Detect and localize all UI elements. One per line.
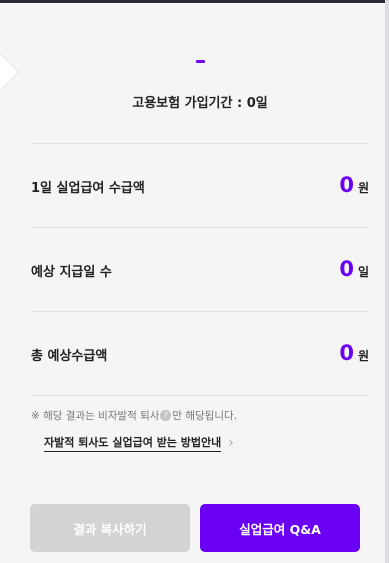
total-benefit-label: 총 예상수급액 xyxy=(31,349,108,364)
payment-days-value: 0 일 xyxy=(339,257,369,281)
info-icon[interactable]: ? xyxy=(160,410,172,421)
daily-benefit-value: 0 원 xyxy=(339,173,369,197)
copy-result-button[interactable]: 결과 복사하기 xyxy=(30,504,190,552)
divider xyxy=(30,311,370,312)
panel-notch xyxy=(0,52,20,92)
total-benefit-value: 0 원 xyxy=(339,341,369,365)
total-benefit-amount: 0 xyxy=(339,341,354,365)
daily-benefit-label: 1일 실업급여 수급액 xyxy=(31,181,145,196)
notice-prefix: ※ 해당 결과는 비자발적 퇴사 xyxy=(31,410,160,422)
scroll-edge xyxy=(385,0,389,563)
payment-days-label: 예상 지급일 수 xyxy=(31,265,112,280)
benefit-qa-button[interactable]: 실업급여 Q&A xyxy=(200,504,360,552)
notice-suffix: 만 해당됩니다. xyxy=(172,410,238,422)
chevron-right-icon: › xyxy=(228,435,234,451)
insurance-period-text: 고용보험 가입기간 : 0일 xyxy=(132,96,268,111)
payment-days-unit: 일 xyxy=(357,265,369,279)
divider xyxy=(30,227,370,228)
payment-days-amount: 0 xyxy=(339,257,354,281)
total-benefit-unit: 원 xyxy=(357,349,369,363)
result-title-dash xyxy=(196,60,205,63)
top-border xyxy=(0,0,389,3)
daily-benefit-amount: 0 xyxy=(339,173,354,197)
divider xyxy=(30,395,370,396)
daily-benefit-unit: 원 xyxy=(357,181,369,195)
involuntary-notice: ※ 해당 결과는 비자발적 퇴사 ? 만 해당됩니다. xyxy=(31,408,237,423)
voluntary-guide-link[interactable]: 자발적 퇴사도 실업급여 받는 방법안내 › xyxy=(44,434,234,452)
divider xyxy=(30,143,370,144)
guide-link-label[interactable]: 자발적 퇴사도 실업급여 받는 방법안내 xyxy=(44,434,222,452)
